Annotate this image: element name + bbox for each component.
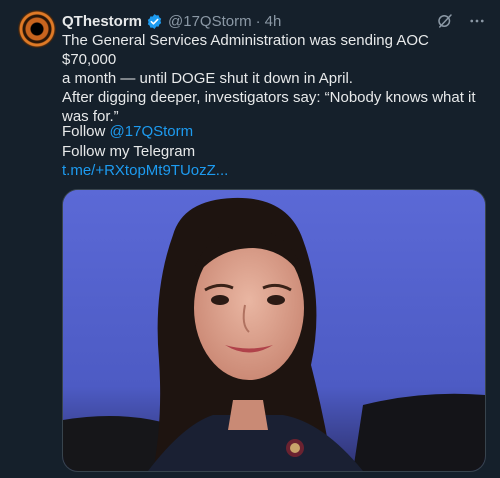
telegram-label: Follow my Telegram (62, 142, 196, 160)
author-handle[interactable]: @17QStorm (168, 13, 252, 30)
telegram-link[interactable]: t.me/+RXtopMt9TUozZ... (62, 161, 482, 181)
tweet-body: The General Services Administration was … (62, 32, 476, 125)
portrait-illustration (63, 190, 485, 471)
follow-label: Follow (62, 123, 106, 140)
avatar[interactable] (18, 10, 56, 48)
more-icon[interactable] (468, 12, 486, 30)
follow-line: Follow @17QStorm (62, 122, 482, 142)
mention-link[interactable]: @17QStorm (110, 123, 194, 140)
tweet-photo[interactable] (62, 189, 486, 472)
author-name[interactable]: QThestorm (62, 13, 142, 30)
follow-block: Follow @17QStorm Follow my Telegram t.me… (62, 122, 482, 181)
tweet-header: QThestorm @17QStorm · 4h (62, 11, 486, 31)
grok-icon[interactable] (436, 12, 454, 30)
header-actions (436, 12, 486, 30)
separator-dot: · (255, 12, 261, 30)
timestamp[interactable]: 4h (265, 13, 282, 30)
verified-badge-icon (146, 13, 163, 30)
